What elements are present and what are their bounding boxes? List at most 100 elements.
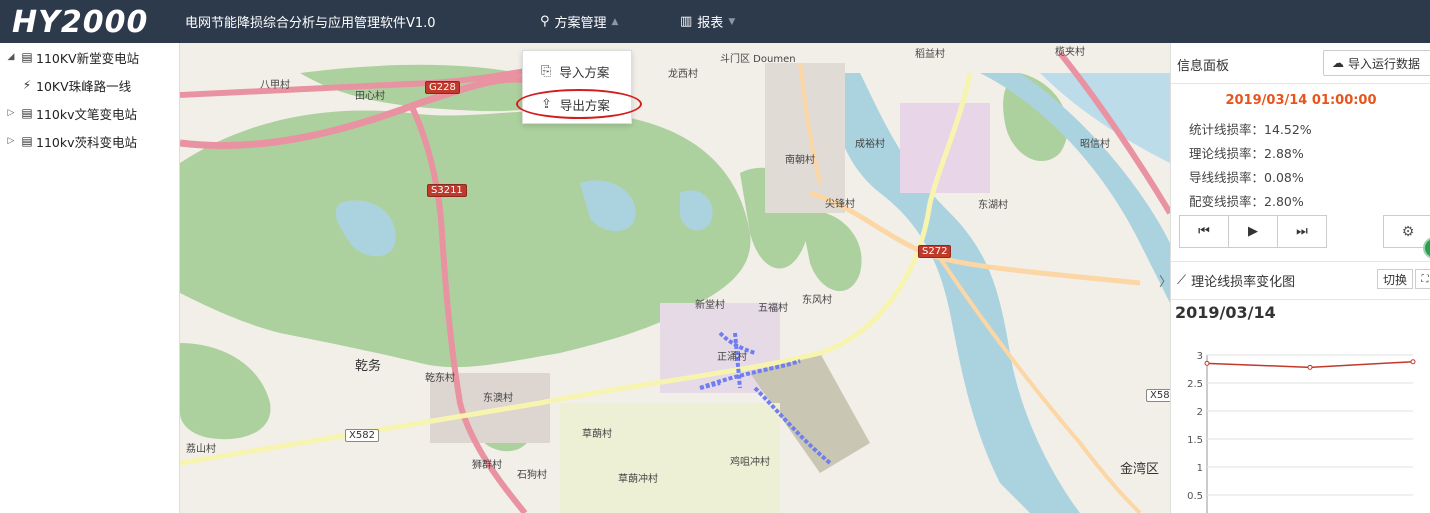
tree-node-label: 110KV新堂变电站 (36, 50, 140, 66)
tree-node-wenbi[interactable]: ▷ ▤ 110kv文笔变电站 (4, 102, 137, 124)
playback-controls: ⏮ ▶ ⏭ (1179, 215, 1327, 248)
map-view[interactable]: 八甲村 田心村 龙西村 斗门区 Doumen 稻益村 榄夹村 南朝村 成裕村 昭… (180, 43, 1170, 513)
y-tick-label: 0.5 (1187, 491, 1203, 502)
collapse-panel-icon[interactable]: 〉 (1159, 271, 1172, 290)
bar-chart-icon: ▥ (680, 14, 693, 29)
play-button[interactable]: ▶ (1229, 216, 1278, 247)
data-point[interactable] (1307, 364, 1313, 370)
road-shield: S272 (918, 245, 952, 258)
stat-label: 统计线损率： (1189, 122, 1265, 137)
skip-back-icon: ⏮ (1198, 224, 1210, 239)
lightning-icon: ⚡ (22, 78, 32, 92)
map-label: 乾东村 (425, 373, 455, 384)
tree-node-xintang[interactable]: ◢ ▤ 110KV新堂变电站 (4, 46, 140, 68)
map-label: 尖锋村 (825, 199, 855, 210)
import-run-data-button[interactable]: ☁ 导入运行数据 (1323, 50, 1430, 76)
divider (1171, 261, 1430, 262)
data-point[interactable] (1204, 360, 1210, 366)
map-label: 东湖村 (978, 200, 1008, 211)
map-label: 田心村 (355, 91, 385, 102)
nav-plan-management[interactable]: ⚲ 方案管理 ▲ (540, 12, 618, 31)
tree-node-label: 110kv茨科变电站 (36, 134, 137, 150)
skip-forward-icon: ⏭ (1296, 224, 1308, 239)
stat-transformer-loss: 配变线损率：2.80% (1189, 191, 1304, 210)
nav-reports[interactable]: ▥ 报表 ▼ (680, 12, 735, 31)
station-tree: ◢ ▤ 110KV新堂变电站 ⚡ 10KV珠峰路一线 ▷ ▤ 110kv文笔变电… (0, 43, 180, 513)
map-label: 正涌村 (717, 352, 747, 363)
map-label: 狮群村 (472, 460, 502, 471)
y-tick-label: 1.5 (1187, 435, 1203, 446)
map-canvas[interactable] (180, 43, 1170, 513)
menu-item-label: 导入方案 (559, 64, 610, 80)
next-button[interactable]: ⏭ (1278, 216, 1326, 247)
import-run-data-label: 导入运行数据 (1348, 56, 1421, 71)
panel-title: 信息面板 (1177, 59, 1230, 74)
substation-icon: ▤ (21, 134, 33, 148)
road-shield: X582 (345, 429, 379, 442)
substation-icon: ▤ (21, 106, 33, 120)
hill-area (800, 211, 862, 292)
map-label: 南朝村 (785, 155, 815, 166)
chart-title: 理论线损率变化图 (1191, 275, 1296, 290)
previous-button[interactable]: ⏮ (1180, 216, 1229, 247)
map-label: 新堂村 (695, 300, 725, 311)
map-label: 荔山村 (186, 444, 216, 455)
top-bar: HY2000 电网节能降损综合分析与应用管理软件V1.0 ⚲ 方案管理 ▲ ▥ … (0, 0, 1430, 43)
cloud-upload-icon: ☁ (1332, 56, 1344, 70)
expand-icon[interactable]: ⛶ (1415, 269, 1430, 289)
data-point[interactable] (1410, 359, 1416, 365)
map-label: 东澳村 (483, 393, 513, 404)
road-shield: S3211 (427, 184, 467, 197)
hill-area (180, 343, 271, 440)
map-label: 龙西村 (668, 69, 698, 80)
expanded-triangle-icon[interactable]: ◢ (4, 52, 18, 62)
nav-report-label: 报表 (697, 16, 724, 31)
map-label: 成裕村 (855, 139, 885, 150)
map-label: 八甲村 (260, 80, 290, 91)
line-chart-icon: ⟋ (1177, 273, 1187, 288)
map-label: 金湾区 (1120, 462, 1160, 477)
road-shield: G228 (425, 81, 460, 94)
import-icon: ⎘ (541, 63, 552, 79)
stat-value: 0.08% (1264, 170, 1304, 185)
stat-label: 配变线损率： (1189, 194, 1265, 209)
caret-down-icon: ▼ (728, 16, 736, 27)
stat-value: 2.80% (1264, 194, 1304, 209)
y-tick-label: 1 (1197, 463, 1203, 474)
play-circle-icon: ▶ (1248, 224, 1258, 239)
collapsed-triangle-icon[interactable]: ▷ (4, 108, 18, 118)
map-label: 草蓢村 (582, 429, 612, 440)
switch-button[interactable]: 切换 (1377, 269, 1413, 289)
tree-node-label: 10KV珠峰路一线 (36, 78, 132, 94)
stat-conductor-loss: 导线线损率：0.08% (1189, 167, 1304, 186)
y-tick-label: 3 (1197, 351, 1203, 362)
substation-icon: ▤ (21, 50, 33, 64)
urban-area (765, 63, 845, 213)
tree-node-cike[interactable]: ▷ ▤ 110kv茨科变电站 (4, 130, 137, 152)
stat-label: 理论线损率： (1189, 146, 1265, 161)
timestamp: 2019/03/14 01:00:00 (1225, 93, 1377, 108)
nav-plan-label: 方案管理 (554, 16, 607, 31)
map-label: 石狗村 (517, 470, 547, 481)
map-pin-icon: ⚲ (540, 14, 550, 29)
collapsed-triangle-icon[interactable]: ▷ (4, 136, 18, 146)
map-label: 斗门区 Doumen (720, 54, 796, 65)
loss-rate-chart: 0.5 1 1.5 2 2.5 3 (1187, 351, 1416, 513)
stat-value: 2.88% (1264, 146, 1304, 161)
divider (1171, 83, 1430, 84)
tree-node-zhufeng-line[interactable]: ⚡ 10KV珠峰路一线 (18, 74, 131, 96)
tree-node-label: 110kv文笔变电站 (36, 106, 137, 122)
info-panel: 信息面板 ☁ 导入运行数据 2019/03/14 01:00:00 统计线损率：… (1159, 43, 1430, 513)
caret-up-icon: ▲ (611, 16, 619, 27)
app-title: 电网节能降损综合分析与应用管理软件V1.0 (185, 16, 436, 31)
map-label: 五福村 (758, 303, 788, 314)
industrial-area (900, 103, 990, 193)
map-label: 榄夹村 (1055, 47, 1085, 58)
highlight-annotation (516, 89, 642, 119)
y-tick-label: 2 (1197, 407, 1203, 418)
map-label: 昭信村 (1080, 139, 1110, 150)
y-tick-label: 2.5 (1187, 379, 1203, 390)
map-label: 草蓢冲村 (618, 474, 658, 485)
menu-item-import-plan[interactable]: ⎘ 导入方案 (523, 57, 633, 85)
app-logo: HY2000 (12, 4, 149, 40)
